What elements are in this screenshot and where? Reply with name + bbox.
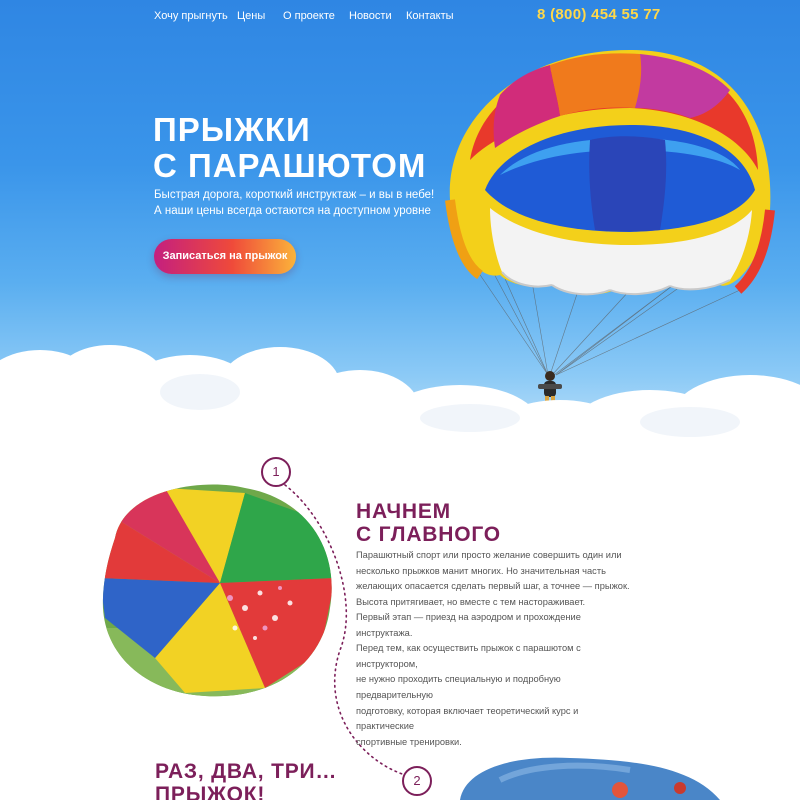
section1-title-line2: С ГЛАВНОГО [356,523,501,546]
paragraph-line: не нужно проходить специальную и подробн… [356,674,561,700]
paragraph-line: желающих опасается сделать первый шаг, а… [356,581,630,592]
paragraph-line: Высота притягивает, но вместе с тем наст… [356,596,586,607]
section2-title-line2: ПРЫЖОК! [155,783,266,800]
section1-paragraph1: Парашютный спорт или просто желание сове… [356,548,631,610]
skydivers-image [460,757,720,800]
paragraph-line: Первый этап — приезд на аэродром и прохо… [356,612,581,638]
section2-title-line1: РАЗ, ДВА, ТРИ… [155,760,338,783]
paragraph-line: несколько прыжков манит многих. Но значи… [356,565,606,576]
section1-title: НАЧНЕМ С ГЛАВНОГО [356,500,501,546]
section1-title-line1: НАЧНЕМ [356,500,451,523]
play-parachute-image [102,484,332,697]
paragraph-line: Перед тем, как осуществить прыжок с пара… [356,643,581,669]
step-2-badge: 2 [402,766,432,796]
section1-paragraph2: Первый этап — приезд на аэродром и прохо… [356,610,631,750]
section2-title: РАЗ, ДВА, ТРИ… ПРЫЖОК! [155,760,337,800]
paragraph-line: Парашютный спорт или просто желание сове… [356,550,622,560]
step-1-badge: 1 [261,457,291,487]
paragraph-line: подготовку, которая включает теоретическ… [356,705,579,732]
